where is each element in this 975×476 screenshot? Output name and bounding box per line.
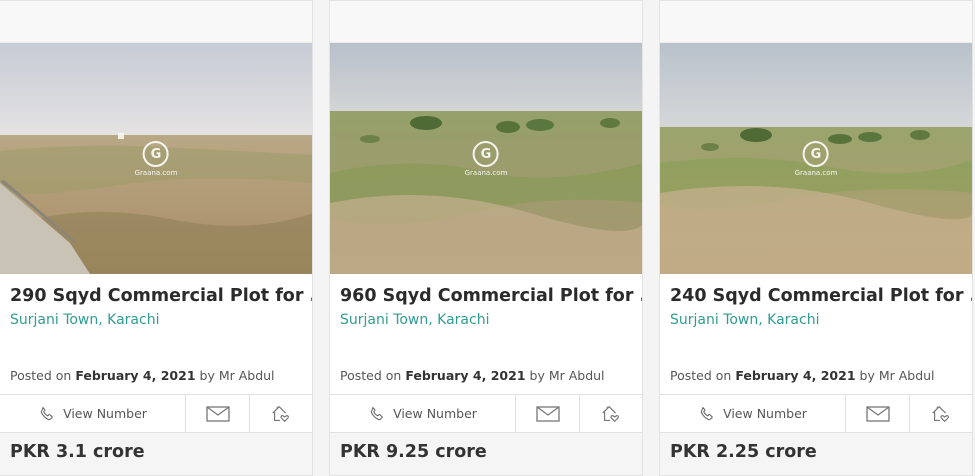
listing-location[interactable]: Surjani Town, Karachi bbox=[660, 306, 972, 328]
email-button[interactable] bbox=[846, 395, 910, 432]
view-number-label: View Number bbox=[63, 406, 147, 421]
posted-date: February 4, 2021 bbox=[735, 368, 856, 383]
card-actions: View Number bbox=[660, 394, 972, 433]
listing-price: PKR 9.25 crore bbox=[330, 433, 642, 475]
phone-icon bbox=[40, 406, 53, 420]
email-button[interactable] bbox=[186, 395, 250, 432]
listing-title[interactable]: 960 Sqyd Commercial Plot for ... bbox=[330, 274, 642, 306]
house-heart-icon bbox=[602, 405, 619, 422]
watermark-logo: G Graana.com bbox=[135, 141, 177, 177]
listing-card-3[interactable]: G Graana.com 240 Sqyd Commercial Plot fo… bbox=[659, 0, 973, 476]
phone-icon bbox=[700, 406, 713, 420]
mail-icon bbox=[205, 405, 230, 422]
posted-by: by Mr Abdul bbox=[199, 368, 275, 383]
house-heart-icon bbox=[272, 405, 289, 422]
listing-photo[interactable]: G Graana.com bbox=[660, 43, 972, 274]
view-number-label: View Number bbox=[393, 406, 477, 421]
card-actions: View Number bbox=[0, 394, 312, 433]
listing-card-1[interactable]: G Graana.com 290 Sqyd Commercial Plot fo… bbox=[0, 0, 313, 476]
posted-date: February 4, 2021 bbox=[405, 368, 526, 383]
card-header-strip bbox=[0, 1, 312, 43]
card-header-strip bbox=[660, 1, 972, 43]
email-button[interactable] bbox=[516, 395, 580, 432]
posted-info: Posted on February 4, 2021 by Mr Abdul bbox=[10, 368, 275, 383]
house-heart-icon bbox=[932, 405, 949, 422]
favorite-button[interactable] bbox=[910, 395, 972, 432]
posted-info: Posted on February 4, 2021 by Mr Abdul bbox=[670, 368, 935, 383]
mail-icon bbox=[535, 405, 560, 422]
view-number-label: View Number bbox=[723, 406, 807, 421]
posted-prefix: Posted on bbox=[340, 368, 402, 383]
card-header-strip bbox=[330, 1, 642, 43]
view-number-button[interactable]: View Number bbox=[330, 395, 516, 432]
listing-price: PKR 3.1 crore bbox=[0, 433, 312, 475]
favorite-button[interactable] bbox=[580, 395, 642, 432]
posted-prefix: Posted on bbox=[670, 368, 732, 383]
listing-location[interactable]: Surjani Town, Karachi bbox=[0, 306, 312, 328]
mail-icon bbox=[865, 405, 890, 422]
posted-prefix: Posted on bbox=[10, 368, 72, 383]
listing-price: PKR 2.25 crore bbox=[660, 433, 972, 475]
watermark-logo: G Graana.com bbox=[465, 141, 507, 177]
listing-photo[interactable]: G Graana.com bbox=[330, 43, 642, 274]
phone-icon bbox=[370, 406, 383, 420]
listing-photo[interactable]: G Graana.com bbox=[0, 43, 312, 274]
posted-by: by Mr Abdul bbox=[529, 368, 605, 383]
posted-info: Posted on February 4, 2021 by Mr Abdul bbox=[340, 368, 605, 383]
listing-title[interactable]: 290 Sqyd Commercial Plot for ... bbox=[0, 274, 312, 306]
view-number-button[interactable]: View Number bbox=[0, 395, 186, 432]
favorite-button[interactable] bbox=[250, 395, 312, 432]
posted-by: by Mr Abdul bbox=[859, 368, 935, 383]
listing-title[interactable]: 240 Sqyd Commercial Plot for ... bbox=[660, 274, 972, 306]
listing-card-2[interactable]: G Graana.com 960 Sqyd Commercial Plot fo… bbox=[329, 0, 643, 476]
listing-location[interactable]: Surjani Town, Karachi bbox=[330, 306, 642, 328]
watermark-logo: G Graana.com bbox=[795, 141, 837, 177]
card-actions: View Number bbox=[330, 394, 642, 433]
posted-date: February 4, 2021 bbox=[75, 368, 196, 383]
view-number-button[interactable]: View Number bbox=[660, 395, 846, 432]
